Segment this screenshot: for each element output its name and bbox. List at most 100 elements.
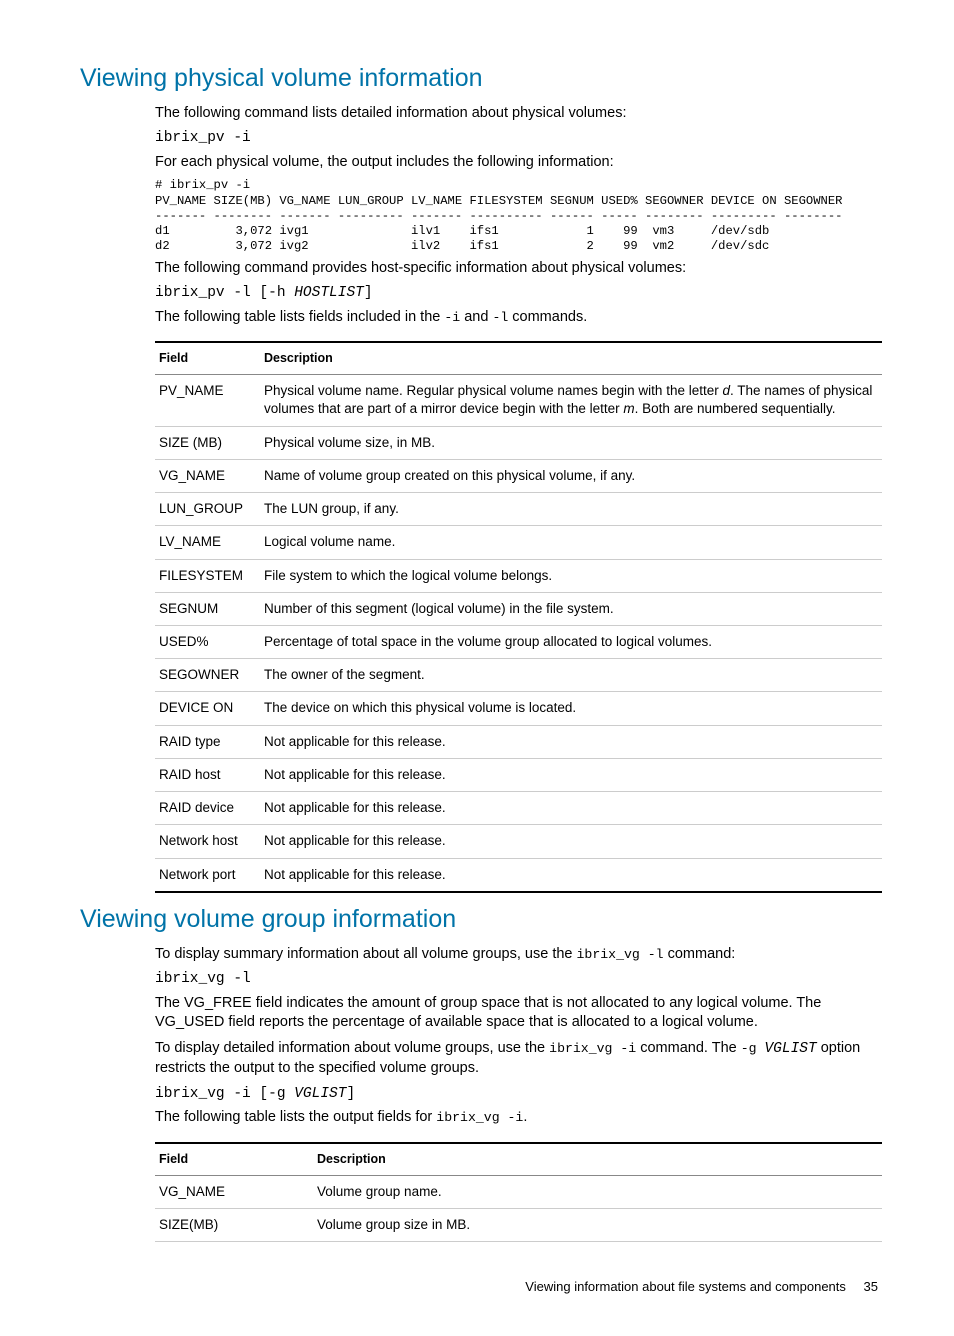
pv-field-table: Field Description PV_NAME Physical volum… xyxy=(155,341,882,892)
th-field: Field xyxy=(155,1143,313,1175)
field-cell: Network host xyxy=(155,825,260,858)
cmd-text: ] xyxy=(346,1086,355,1102)
table-row: FILESYSTEMFile system to which the logic… xyxy=(155,559,882,592)
vg-field-table: Field Description VG_NAMEVolume group na… xyxy=(155,1142,882,1242)
table-row: RAID hostNot applicable for this release… xyxy=(155,758,882,791)
pv-cmd-1: ibrix_pv -i xyxy=(155,129,882,149)
text: To display summary information about all… xyxy=(155,946,577,962)
vg-para-3: To display detailed information about vo… xyxy=(155,1039,882,1079)
text: The following table lists fields include… xyxy=(155,309,444,325)
field-cell: LV_NAME xyxy=(155,526,260,559)
footer-text: Viewing information about file systems a… xyxy=(525,1279,846,1294)
table-row: DEVICE ONThe device on which this physic… xyxy=(155,692,882,725)
field-cell: VG_NAME xyxy=(155,1175,313,1208)
pv-output-block: # ibrix_pv -i PV_NAME SIZE(MB) VG_NAME L… xyxy=(155,178,882,254)
field-cell: RAID device xyxy=(155,792,260,825)
table-row: VG_NAMEName of volume group created on t… xyxy=(155,459,882,492)
table-row: USED%Percentage of total space in the vo… xyxy=(155,626,882,659)
heading-volume-group: Viewing volume group information xyxy=(80,903,882,937)
th-field: Field xyxy=(155,342,260,374)
field-cell: SEGNUM xyxy=(155,592,260,625)
desc-cell: Volume group size in MB. xyxy=(313,1209,882,1242)
inline-code: -l xyxy=(492,310,508,325)
th-description: Description xyxy=(260,342,882,374)
text: and xyxy=(460,309,492,325)
inline-code: ibrix_vg -i xyxy=(436,1110,523,1125)
table-row: Network hostNot applicable for this rele… xyxy=(155,825,882,858)
th-description: Description xyxy=(313,1143,882,1175)
desc-cell: The device on which this physical volume… xyxy=(260,692,882,725)
text: command. The xyxy=(636,1040,741,1056)
cmd-text: ] xyxy=(364,285,373,301)
table-row: Network portNot applicable for this rele… xyxy=(155,858,882,892)
cmd-arg: HOSTLIST xyxy=(294,285,364,301)
inline-code: -i xyxy=(444,310,460,325)
field-cell: RAID host xyxy=(155,758,260,791)
page-footer: Viewing information about file systems a… xyxy=(80,1278,882,1296)
desc-cell: Physical volume size, in MB. xyxy=(260,426,882,459)
vg-cmd-1: ibrix_vg -l xyxy=(155,970,882,990)
table-row: SIZE(MB)Volume group size in MB. xyxy=(155,1209,882,1242)
text: Physical volume name. Regular physical v… xyxy=(264,383,722,398)
desc-cell: Not applicable for this release. xyxy=(260,858,882,892)
page-number: 35 xyxy=(864,1279,878,1294)
table-row: RAID deviceNot applicable for this relea… xyxy=(155,792,882,825)
desc-cell: Not applicable for this release. xyxy=(260,725,882,758)
field-cell: USED% xyxy=(155,626,260,659)
text: commands. xyxy=(508,309,587,325)
vg-intro-1: To display summary information about all… xyxy=(155,945,882,965)
desc-cell: Volume group name. xyxy=(313,1175,882,1208)
vg-para-4: The following table lists the output fie… xyxy=(155,1108,882,1128)
pv-intro-4: The following table lists fields include… xyxy=(155,308,882,328)
vg-cmd-2: ibrix_vg -i [-g VGLIST] xyxy=(155,1085,882,1105)
field-cell: LUN_GROUP xyxy=(155,493,260,526)
heading-physical-volume: Viewing physical volume information xyxy=(80,62,882,96)
table-row: PV_NAME Physical volume name. Regular ph… xyxy=(155,375,882,426)
field-cell: Network port xyxy=(155,858,260,892)
table-row: LV_NAMELogical volume name. xyxy=(155,526,882,559)
desc-cell: Not applicable for this release. xyxy=(260,792,882,825)
text: . Both are numbered sequentially. xyxy=(635,401,836,416)
table-row: SEGNUMNumber of this segment (logical vo… xyxy=(155,592,882,625)
table-row: VG_NAMEVolume group name. xyxy=(155,1175,882,1208)
desc-cell: Not applicable for this release. xyxy=(260,825,882,858)
cmd-text: ibrix_pv -l [-h xyxy=(155,285,294,301)
italic-letter: m xyxy=(623,401,634,416)
field-cell: FILESYSTEM xyxy=(155,559,260,592)
inline-code: ibrix_vg -l xyxy=(577,947,664,962)
desc-cell: The LUN group, if any. xyxy=(260,493,882,526)
text: command: xyxy=(664,946,736,962)
cmd-text: ibrix_vg -i [-g xyxy=(155,1086,294,1102)
desc-cell: Physical volume name. Regular physical v… xyxy=(260,375,882,426)
inline-code: ibrix_vg -i xyxy=(549,1041,636,1056)
desc-cell: Name of volume group created on this phy… xyxy=(260,459,882,492)
desc-cell: Number of this segment (logical volume) … xyxy=(260,592,882,625)
text: . xyxy=(523,1109,527,1125)
field-cell: DEVICE ON xyxy=(155,692,260,725)
cmd-arg: VGLIST xyxy=(294,1086,346,1102)
desc-cell: File system to which the logical volume … xyxy=(260,559,882,592)
table-row: SIZE (MB)Physical volume size, in MB. xyxy=(155,426,882,459)
field-cell: SIZE (MB) xyxy=(155,426,260,459)
desc-cell: Not applicable for this release. xyxy=(260,758,882,791)
table-row: LUN_GROUPThe LUN group, if any. xyxy=(155,493,882,526)
italic-letter: d xyxy=(722,383,730,398)
pv-intro-1: The following command lists detailed inf… xyxy=(155,104,882,124)
inline-code: -g xyxy=(741,1041,765,1056)
table-row: RAID typeNot applicable for this release… xyxy=(155,725,882,758)
desc-cell: Percentage of total space in the volume … xyxy=(260,626,882,659)
field-cell: SEGOWNER xyxy=(155,659,260,692)
desc-cell: Logical volume name. xyxy=(260,526,882,559)
table-row: SEGOWNERThe owner of the segment. xyxy=(155,659,882,692)
pv-section-body: The following command lists detailed inf… xyxy=(155,104,882,893)
pv-intro-2: For each physical volume, the output inc… xyxy=(155,153,882,173)
vg-para-2: The VG_FREE field indicates the amount o… xyxy=(155,994,882,1033)
text: To display detailed information about vo… xyxy=(155,1040,549,1056)
desc-cell: The owner of the segment. xyxy=(260,659,882,692)
text: The following table lists the output fie… xyxy=(155,1109,436,1125)
field-cell: PV_NAME xyxy=(155,375,260,426)
vg-section-body: To display summary information about all… xyxy=(155,945,882,1243)
inline-code-arg: VGLIST xyxy=(764,1041,816,1057)
field-cell: SIZE(MB) xyxy=(155,1209,313,1242)
pv-cmd-2: ibrix_pv -l [-h HOSTLIST] xyxy=(155,284,882,304)
